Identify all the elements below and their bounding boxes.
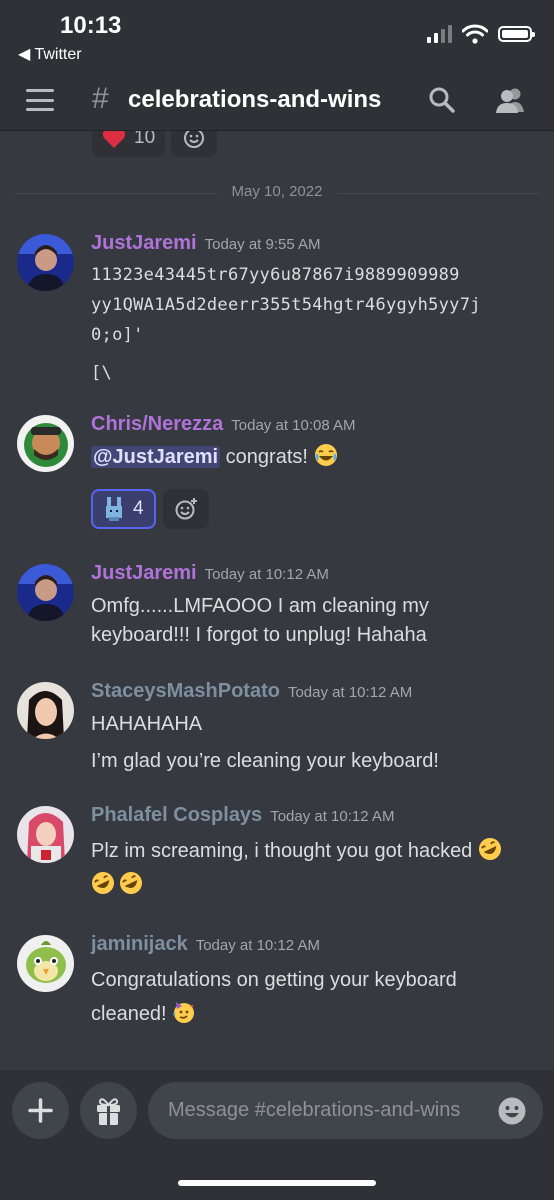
channel-header: # celebrations-and-wins [0, 72, 554, 131]
message-content: Omfg......LMFAOOO I am cleaning my keybo… [91, 592, 471, 650]
message-header: JustJaremi Today at 9:55 AM [91, 232, 321, 255]
message-line: [\ [91, 363, 113, 383]
reaction-pixel-bunny[interactable]: 4 [91, 489, 156, 529]
add-attachment-button[interactable] [12, 1082, 69, 1139]
message-content: 11323e43445tr67yy6u87867i9889909989 yy1Q… [91, 260, 536, 388]
partying-face-emoji-icon [172, 1002, 195, 1023]
battery-icon [498, 26, 535, 42]
message-text: congrats! [220, 446, 314, 468]
message-content: Plz im screaming, i thought you got hack… [91, 834, 536, 902]
back-to-app-link[interactable]: ◀ Twitter [18, 44, 82, 64]
message-header: Phalafel Cosplays Today at 10:12 AM [91, 804, 394, 827]
message-header: jaminijack Today at 10:12 AM [91, 933, 320, 956]
message-timestamp: Today at 10:12 AM [270, 808, 395, 825]
avatar[interactable] [17, 682, 74, 739]
reaction-count: 10 [134, 131, 156, 148]
reaction-heart[interactable]: 10 [92, 131, 166, 157]
message-content: HAHAHAHA I’m glad you’re cleaning your k… [91, 710, 536, 776]
menu-icon[interactable] [26, 89, 54, 111]
message-author[interactable]: JustJaremi [91, 562, 197, 584]
channel-hash-icon: # [92, 82, 109, 115]
add-reaction-button[interactable] [171, 131, 218, 157]
emoji-picker-icon[interactable] [497, 1096, 527, 1126]
gift-button[interactable] [80, 1082, 137, 1139]
rofl-emoji-icon [120, 872, 142, 894]
message-author[interactable]: Chris/Nerezza [91, 413, 223, 435]
user-mention[interactable]: @JustJaremi [91, 446, 221, 468]
message-line: 11323e43445tr67yy6u87867i9889909989 [91, 265, 460, 285]
add-reaction-icon [184, 131, 205, 148]
message-content: @JustJaremi congrats! [91, 443, 536, 472]
status-time: 10:13 [60, 12, 122, 39]
message-timestamp: Today at 10:12 AM [287, 684, 413, 701]
rofl-emoji-icon [478, 838, 501, 860]
message-author[interactable]: jaminijack [91, 933, 188, 955]
avatar[interactable] [17, 806, 74, 863]
gift-icon [97, 1098, 120, 1125]
message-timestamp: Today at 10:12 AM [195, 937, 320, 954]
status-icons [427, 24, 535, 44]
message-line: 0;o]' [91, 325, 144, 345]
message-author[interactable]: Phalafel Cosplays [91, 804, 262, 826]
message-list[interactable]: 10 May 10, 2022 JustJaremi Today at 9:55 … [0, 131, 554, 1070]
message-text: Plz im screaming, i thought you got hack… [91, 840, 478, 862]
message-timestamp: Today at 10:12 AM [204, 566, 329, 583]
message-line: yy1QWA1A5d2deerr355t54hgtr46ygyh5yy7j [91, 295, 481, 315]
search-icon[interactable] [428, 86, 456, 114]
cellular-signal-icon [427, 25, 452, 43]
reaction-count: 4 [133, 498, 144, 519]
message-header: Chris/Nerezza Today at 10:08 AM [91, 413, 356, 436]
avatar[interactable] [17, 415, 74, 472]
message-header: StaceysMashPotato Today at 10:12 AM [91, 680, 412, 703]
add-reaction-button[interactable] [163, 489, 209, 529]
message-text: Congratulations on getting your keyboard… [91, 969, 457, 1025]
message-author[interactable]: StaceysMashPotato [91, 680, 280, 702]
status-bar: 10:13 ◀ Twitter [0, 0, 554, 72]
avatar[interactable] [17, 935, 74, 992]
message-timestamp: Today at 10:08 AM [231, 417, 356, 434]
date-divider: May 10, 2022 [217, 183, 337, 200]
message-timestamp: Today at 9:55 AM [204, 236, 321, 253]
reaction-bar: 10 [92, 131, 218, 157]
members-icon[interactable] [494, 86, 528, 114]
plus-icon [28, 1098, 53, 1123]
joy-emoji-icon [314, 444, 337, 466]
rofl-emoji-icon [92, 872, 114, 894]
avatar[interactable] [17, 564, 74, 621]
message-line: HAHAHAHA [91, 713, 203, 735]
back-app-label: Twitter [34, 46, 82, 63]
message-line: I’m glad you’re cleaning your keyboard! [91, 750, 439, 772]
wifi-icon [462, 24, 488, 44]
message-text: Omfg......LMFAOOO I am cleaning my keybo… [91, 595, 429, 646]
channel-name[interactable]: celebrations-and-wins [128, 86, 381, 114]
message-header: JustJaremi Today at 10:12 AM [91, 562, 329, 585]
pixel-bunny-icon [106, 497, 122, 521]
home-indicator [178, 1180, 376, 1186]
message-author[interactable]: JustJaremi [91, 232, 197, 254]
add-reaction-icon [175, 498, 197, 520]
message-input[interactable] [148, 1082, 543, 1139]
message-content: Congratulations on getting your keyboard… [91, 963, 501, 1031]
avatar[interactable] [17, 234, 74, 291]
heart-icon [102, 131, 126, 148]
